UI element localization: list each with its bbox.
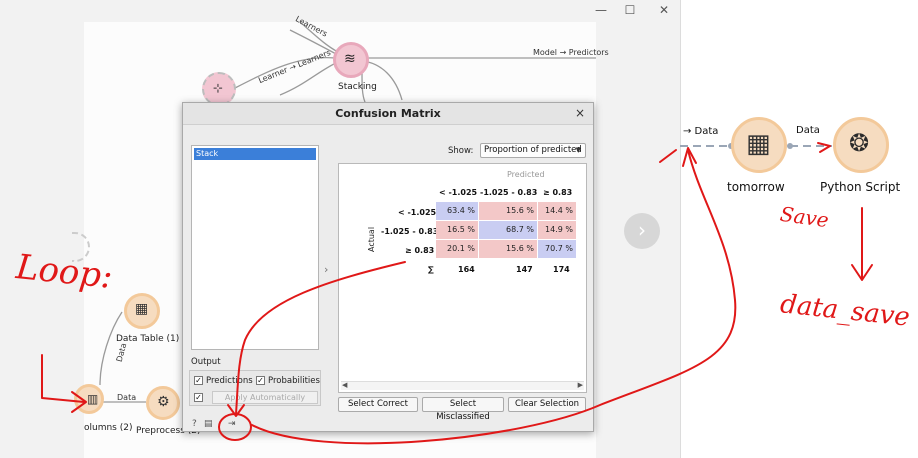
show-dropdown[interactable]: Proportion of predicted ▼ <box>480 143 586 158</box>
learners-list[interactable]: Stack <box>191 145 319 350</box>
select-misclassified-button[interactable]: Select Misclassified <box>422 397 504 422</box>
matrix-cell[interactable]: 20.1 % <box>436 240 478 258</box>
predictions-label: Predictions <box>206 376 253 386</box>
hierarchy-icon: ⊹ <box>213 81 224 95</box>
collapse-panel-icon[interactable]: › <box>324 263 328 276</box>
show-dropdown-value: Proportion of predicted <box>484 145 582 155</box>
python-icon: ❂ <box>849 129 870 157</box>
col-sum: 147 <box>516 265 533 274</box>
predictions-checkbox[interactable]: ✓ <box>194 376 203 385</box>
preprocess-node[interactable]: ⚙ <box>146 386 180 420</box>
maximize-icon[interactable]: ☐ <box>621 2 639 18</box>
select-columns-icon: ▥ <box>87 392 99 406</box>
matrix-cell[interactable]: 14.4 % <box>538 202 576 220</box>
columns-label: olumns (2) <box>84 423 133 433</box>
dialog-title: Confusion Matrix <box>183 103 593 125</box>
matrix-cell[interactable]: 14.9 % <box>538 221 576 239</box>
confusion-matrix-dialog: Confusion Matrix × Stack Output ✓ Predic… <box>182 102 594 432</box>
gears-icon: ⚙ <box>157 394 170 410</box>
probabilities-checkbox[interactable]: ✓ <box>256 376 265 385</box>
data-save-annotation: data_save <box>778 289 912 333</box>
matrix-cell[interactable]: 15.6 % <box>479 202 537 220</box>
col-header: -1.025 - 0.83 <box>480 188 538 197</box>
row-header: < -1.025 <box>398 208 437 217</box>
confusion-matrix-table[interactable]: Predicted < -1.025 -1.025 - 0.83 ≥ 0.83 … <box>338 163 587 393</box>
sum-label: ∑ <box>428 265 434 274</box>
link-data-horizontal: Data <box>117 393 137 402</box>
probabilities-label: Probabilities <box>268 376 320 386</box>
minimize-icon[interactable]: — <box>592 2 610 18</box>
matrix-cell[interactable]: 63.4 % <box>436 202 478 220</box>
tomorrow-node[interactable]: ▦ <box>731 117 787 173</box>
matrix-cell[interactable]: 15.6 % <box>479 240 537 258</box>
tomorrow-label: tomorrow <box>727 180 785 194</box>
link-model-predictors: Model → Predictors <box>533 48 609 57</box>
col-header: < -1.025 <box>439 188 478 197</box>
columns-node[interactable]: ▥ <box>74 384 104 414</box>
save-annotation: Save <box>778 201 831 233</box>
apply-automatically-button[interactable]: Apply Automatically <box>212 391 318 404</box>
col-sum: 164 <box>458 265 475 274</box>
window-border <box>680 0 681 458</box>
col-header: ≥ 0.83 <box>543 188 573 197</box>
row-header: -1.025 - 0.83 <box>381 227 439 236</box>
matrix-cell[interactable]: 68.7 % <box>479 221 537 239</box>
show-label: Show: <box>448 146 474 156</box>
python-script-label: Python Script <box>820 180 901 194</box>
python-script-node[interactable]: ❂ <box>833 117 889 173</box>
row-header: ≥ 0.83 <box>405 246 435 255</box>
chevron-down-icon: ▼ <box>575 146 581 154</box>
stacking-node[interactable]: ≋ <box>333 42 369 78</box>
next-arrow-button[interactable]: › <box>624 213 660 249</box>
select-correct-button[interactable]: Select Correct <box>338 397 418 412</box>
tree-node[interactable]: ⊹ <box>202 72 236 106</box>
matrix-cell[interactable]: 70.7 % <box>538 240 576 258</box>
data-table-label: Data Table (1) <box>116 334 180 344</box>
stacking-label: Stacking <box>338 82 377 92</box>
scroll-left-icon[interactable]: ◀ <box>342 381 347 389</box>
horizontal-scrollbar[interactable]: ◀ ▶ <box>341 381 584 390</box>
close-icon[interactable]: ✕ <box>655 2 673 18</box>
output-status-icon[interactable]: ⇥ <box>228 419 236 429</box>
dialog-close-icon[interactable]: × <box>575 106 585 120</box>
matrix-cell[interactable]: 16.5 % <box>436 221 478 239</box>
output-box: ✓ Predictions ✓ Probabilities ✓ Apply Au… <box>189 370 321 406</box>
apply-auto-checkbox[interactable]: ✓ <box>194 393 203 402</box>
col-sum: 174 <box>553 265 570 274</box>
table-icon: ▦ <box>135 301 149 317</box>
help-icon[interactable]: ? <box>192 419 197 429</box>
scroll-right-icon[interactable]: ▶ <box>578 381 583 389</box>
output-label: Output <box>191 357 221 367</box>
table-icon: ▦ <box>746 129 771 159</box>
predicted-axis-label: Predicted <box>507 170 545 179</box>
screen: — ☐ ✕ ≋ Stacking ⊹ Model → Predictors Le… <box>0 0 918 458</box>
learner-item-stack[interactable]: Stack <box>194 148 316 160</box>
data-table-node[interactable]: ▦ <box>124 293 160 329</box>
data-link-label: Data <box>796 125 820 136</box>
report-icon[interactable]: ▤ <box>204 419 213 429</box>
layers-icon: ≋ <box>344 51 356 67</box>
clear-selection-button[interactable]: Clear Selection <box>508 397 586 412</box>
data-input-label: → Data <box>683 126 719 137</box>
actual-axis-label: Actual <box>367 226 376 252</box>
